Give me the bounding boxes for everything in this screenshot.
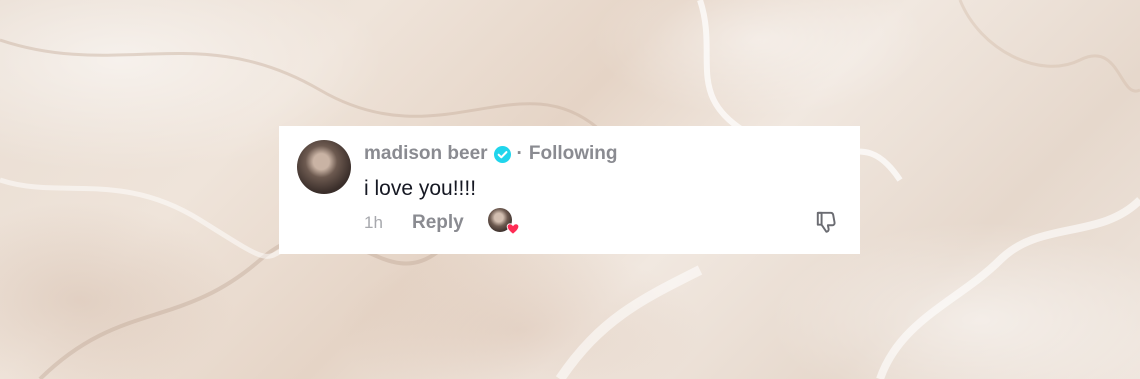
thumbs-down-icon[interactable] [814, 209, 840, 235]
following-status: Following [528, 143, 618, 164]
reply-button[interactable]: Reply [412, 212, 464, 234]
comment-actions: 1h Reply [364, 208, 520, 235]
liked-by-creator-badge [487, 208, 520, 235]
user-avatar[interactable] [297, 140, 351, 194]
separator-dot: · [516, 143, 523, 164]
username[interactable]: madison beer [364, 143, 488, 165]
timestamp: 1h [364, 213, 383, 232]
comment-header: madison beer · Following [364, 143, 618, 165]
heart-icon [506, 223, 520, 235]
comment-card: madison beer · Following i love you!!!! … [279, 126, 860, 254]
verified-check-icon [493, 145, 511, 163]
comment-text: i love you!!!! [364, 177, 477, 200]
